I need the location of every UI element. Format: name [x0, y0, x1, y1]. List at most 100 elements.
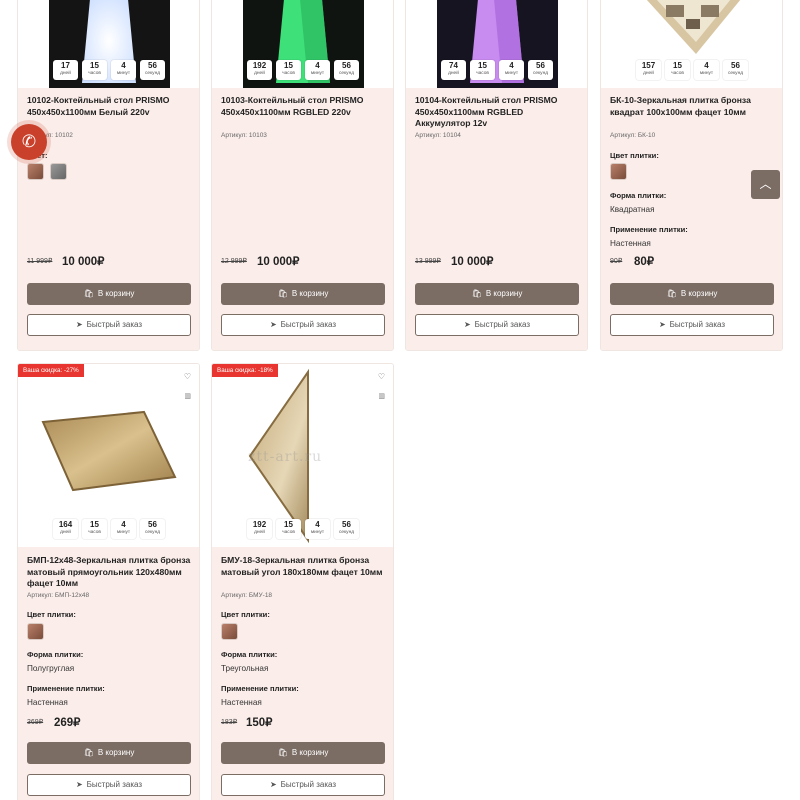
timer-seconds: 56: [731, 61, 740, 70]
quick-order-label: Быстрый заказ: [86, 780, 143, 789]
old-price: 13 999₽: [415, 258, 441, 265]
countdown-timer: 192 дней 15 часов 4 минут 56 секунд: [247, 60, 359, 80]
timer-hours: 15: [478, 61, 487, 70]
shape-label: Форма плитки:: [221, 650, 278, 659]
timer-minutes-label: минут: [310, 71, 325, 76]
product-card: Ваша скидка: -27% ♡ ▥ 164 дней 15 часов 4м…: [17, 363, 200, 800]
bar-chart-icon[interactable]: ▥: [378, 392, 385, 400]
bag-icon: 🛍: [83, 748, 94, 757]
quick-order-button[interactable]: ➤ Быстрый заказ: [27, 774, 191, 796]
product-image-area[interactable]: ztt-art.ru Ваша скидка: -18% ♡ ▥ 192 дней…: [212, 364, 393, 547]
product-image-area[interactable]: 17 дней 15 часов 4 минут 56 секунд: [18, 0, 199, 88]
product-card: 192 дней 15 часов 4 минут 56 секунд 10103-Ко…: [211, 0, 394, 351]
shape-value: Полугруглая: [27, 664, 75, 673]
heart-icon[interactable]: ♡: [184, 372, 191, 381]
quick-order-button[interactable]: ➤ Быстрый заказ: [221, 314, 385, 336]
timer-hours-label: часов: [88, 71, 101, 76]
quick-order-button[interactable]: ➤ Быстрый заказ: [415, 314, 579, 336]
chevron-up-icon[interactable]: ︿: [751, 170, 780, 199]
paper-plane-icon: ➤: [658, 320, 666, 329]
timer-seconds: 56: [148, 61, 157, 70]
countdown-timer: 157 дней 15 часов 4 минут 56 секунд: [636, 60, 748, 80]
product-image-area[interactable]: 74 дней 15 часов 4 минут 56 секунд: [406, 0, 587, 88]
timer-seconds: 56: [536, 61, 545, 70]
product-info: 10103-Коктейльный стол PRISMO 450х450х11…: [212, 88, 393, 350]
product-image-area[interactable]: 157 дней 15 часов 4 минут 56 секунд: [601, 0, 782, 88]
timer-days-label: дней: [643, 71, 654, 76]
timer-days: 17: [61, 61, 70, 70]
product-sku: Артикул: БМП-12х48: [27, 592, 90, 599]
timer-seconds: 56: [342, 61, 351, 70]
timer-hours: 15: [90, 520, 99, 529]
timer-seconds-label: секунд: [144, 530, 161, 535]
timer-hours: 15: [284, 61, 293, 70]
color-swatch-bronze[interactable]: [221, 623, 238, 640]
timer-hours-label: часов: [476, 71, 489, 76]
product-title[interactable]: БК-10-Зеркальная плитка бронза квадрат 1…: [610, 95, 776, 118]
timer-hours: 15: [284, 520, 293, 529]
product-card: 17 дней 15 часов 4 минут 56 секунд 10102-Кок…: [17, 0, 200, 351]
quick-order-button[interactable]: ➤ Быстрый заказ: [221, 774, 385, 796]
bag-icon: 🛍: [277, 289, 288, 298]
timer-days-label: дней: [448, 71, 459, 76]
product-info: БМП-12х48-Зеркальная плитка бронза матов…: [18, 547, 199, 800]
product-title[interactable]: БМП-12х48-Зеркальная плитка бронза матов…: [27, 555, 193, 590]
timer-seconds-label: секунд: [338, 71, 355, 76]
heart-icon[interactable]: ♡: [378, 372, 385, 381]
old-price: 369₽: [27, 719, 44, 726]
quick-order-button[interactable]: ➤ Быстрый заказ: [610, 314, 774, 336]
add-to-cart-button[interactable]: 🛍 В корзину: [221, 283, 385, 305]
color-swatch-gray[interactable]: [50, 163, 67, 180]
timer-hours: 15: [673, 61, 682, 70]
use-value: Настенная: [27, 698, 68, 707]
bar-chart-icon[interactable]: ▥: [184, 392, 191, 400]
add-to-cart-label: В корзину: [97, 748, 135, 757]
shape-label: Форма плитки:: [610, 191, 667, 200]
countdown-timer: 164 дней 15 часов 4 минут 56 секунд: [53, 519, 165, 539]
add-to-cart-label: В корзину: [291, 748, 329, 757]
product-image-area[interactable]: Ваша скидка: -27% ♡ ▥ 164 дней 15 часов 4м…: [18, 364, 199, 547]
use-label: Применение плитки:: [610, 225, 688, 234]
timer-hours-label: часов: [671, 71, 684, 76]
product-title[interactable]: 10102-Коктейльный стол PRISMO 450х450х11…: [27, 95, 193, 118]
timer-days: 157: [641, 61, 656, 70]
bag-icon: 🛍: [277, 748, 288, 757]
timer-seconds: 56: [148, 520, 157, 529]
timer-hours-label: часов: [282, 530, 295, 535]
timer-days-label: дней: [60, 71, 71, 76]
timer-minutes-label: минут: [116, 71, 131, 76]
product-card: ztt-art.ru Ваша скидка: -18% ♡ ▥ 192 дней…: [211, 363, 394, 800]
add-to-cart-label: В корзину: [291, 289, 329, 298]
product-title[interactable]: БМУ-18-Зеркальная плитка бронза матовый …: [221, 555, 387, 578]
color-label: Цвет плитки:: [27, 610, 76, 619]
color-swatch-bronze[interactable]: [27, 623, 44, 640]
product-sku: Артикул: БК-10: [610, 132, 656, 139]
color-swatch-bronze[interactable]: [610, 163, 627, 180]
old-price: 11 999₽: [27, 258, 53, 265]
product-title[interactable]: 10103-Коктейльный стол PRISMO 450х450х11…: [221, 95, 387, 118]
add-to-cart-label: В корзину: [485, 289, 523, 298]
add-to-cart-button[interactable]: 🛍 В корзину: [610, 283, 774, 305]
quick-order-label: Быстрый заказ: [474, 320, 531, 329]
paper-plane-icon: ➤: [75, 780, 83, 789]
product-info: БК-10-Зеркальная плитка бронза квадрат 1…: [601, 88, 782, 350]
timer-minutes-label: минут: [310, 530, 325, 535]
timer-days: 74: [449, 61, 458, 70]
product-sku: Артикул: 10104: [415, 132, 461, 139]
product-image-area[interactable]: 192 дней 15 часов 4 минут 56 секунд: [212, 0, 393, 88]
timer-hours: 15: [90, 61, 99, 70]
timer-minutes-label: минут: [504, 71, 519, 76]
color-swatch-bronze[interactable]: [27, 163, 44, 180]
add-to-cart-button[interactable]: 🛍 В корзину: [221, 742, 385, 764]
product-title[interactable]: 10104-Коктейльный стол PRISMO 450х450х11…: [415, 95, 581, 130]
add-to-cart-label: В корзину: [97, 289, 135, 298]
use-label: Применение плитки:: [27, 684, 105, 693]
timer-days-label: дней: [254, 530, 265, 535]
add-to-cart-button[interactable]: 🛍 В корзину: [27, 283, 191, 305]
phone-icon[interactable]: ✆: [11, 124, 47, 160]
timer-seconds-label: секунд: [338, 530, 355, 535]
add-to-cart-button[interactable]: 🛍 В корзину: [27, 742, 191, 764]
add-to-cart-button[interactable]: 🛍 В корзину: [415, 283, 579, 305]
countdown-timer: 192 дней 15 часов 4 минут 56 секунд: [247, 519, 359, 539]
quick-order-button[interactable]: ➤ Быстрый заказ: [27, 314, 191, 336]
